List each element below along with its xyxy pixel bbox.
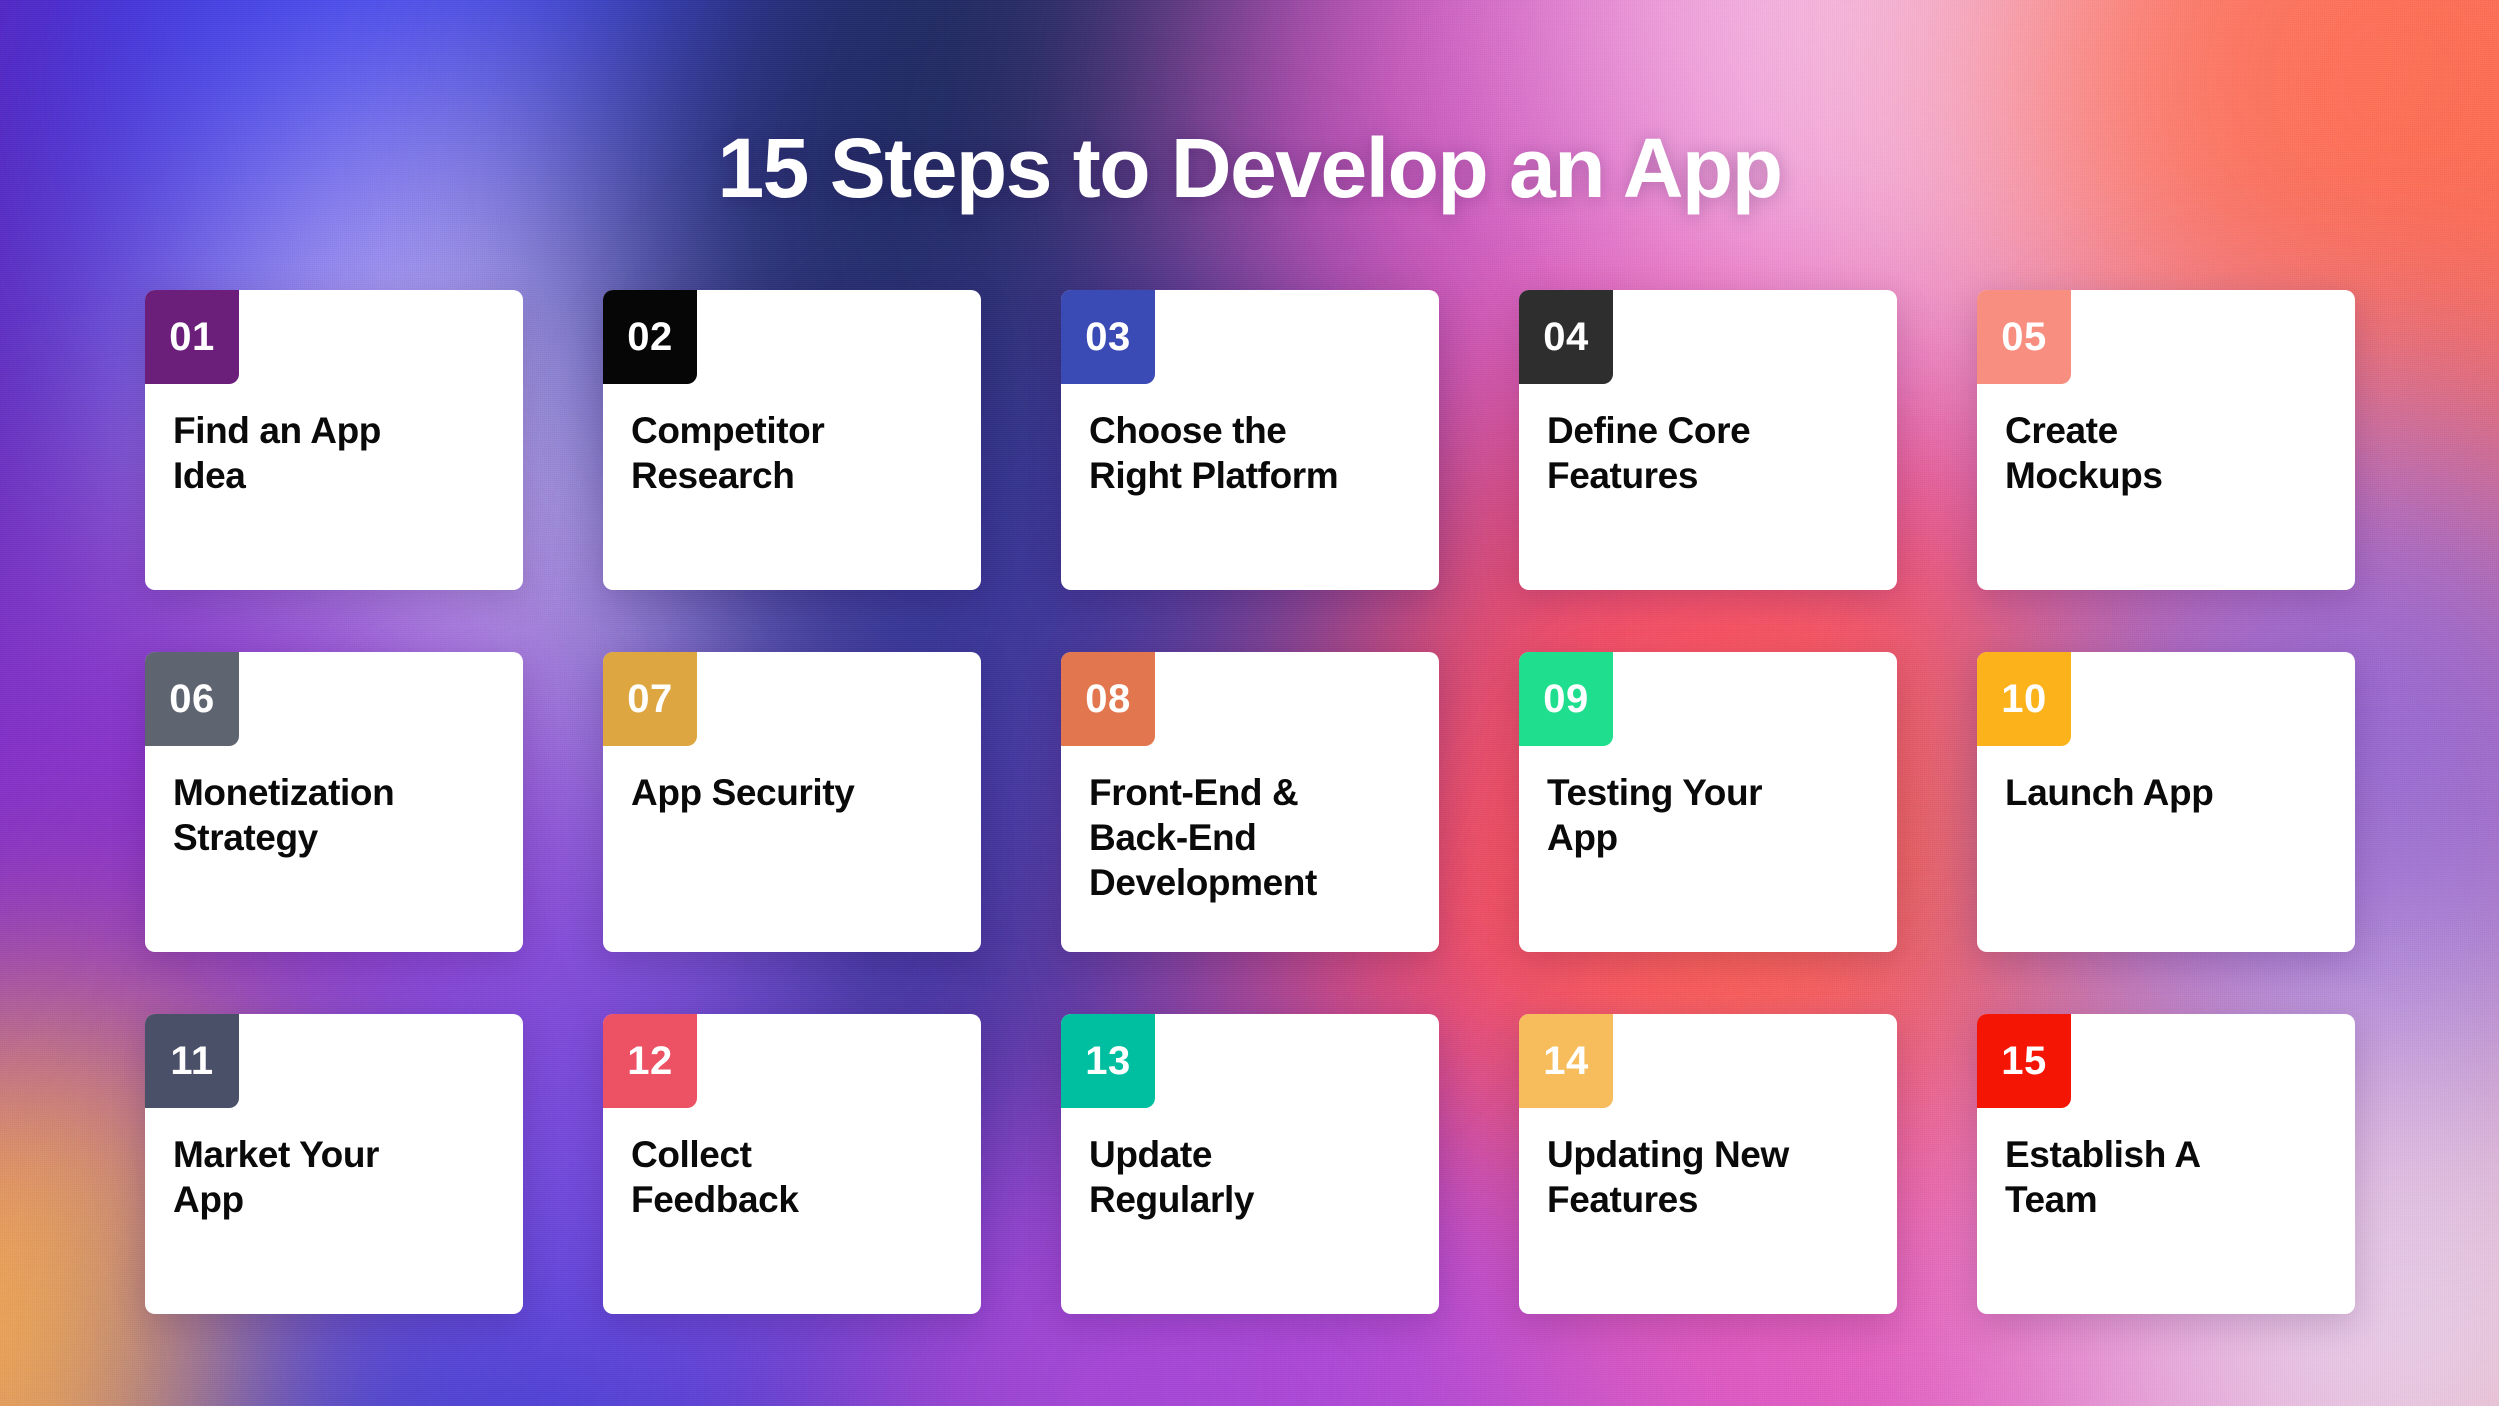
step-number-badge: 03 <box>1061 290 1155 384</box>
step-card-title: Create Mockups <box>2005 410 2163 497</box>
step-card-title: Establish A Team <box>2005 1134 2201 1221</box>
step-card-title: Testing Your App <box>1547 772 1763 859</box>
step-card-title: Market Your App <box>173 1134 380 1221</box>
step-card[interactable]: 03 Choose the Right Platform <box>1061 290 1439 590</box>
step-number-badge: 11 <box>145 1014 239 1108</box>
step-number-badge: 07 <box>603 652 697 746</box>
step-number-badge: 05 <box>1977 290 2071 384</box>
step-number-badge: 06 <box>145 652 239 746</box>
step-card[interactable]: 06 Monetization Strategy <box>145 652 523 952</box>
steps-grid: 01 Find an App Idea 02 Competitor Research 0… <box>145 290 2355 1314</box>
step-card[interactable]: 11 Market Your App <box>145 1014 523 1314</box>
step-card[interactable]: 07 App Security <box>603 652 981 952</box>
step-number-badge: 15 <box>1977 1014 2071 1108</box>
step-card[interactable]: 13 Update Regularly <box>1061 1014 1439 1314</box>
step-card-title: Monetization Strategy <box>173 772 395 859</box>
step-card[interactable]: 12 Collect Feedback <box>603 1014 981 1314</box>
step-number-badge: 14 <box>1519 1014 1613 1108</box>
step-card-title: Collect Feedback <box>631 1134 799 1221</box>
step-number-badge: 02 <box>603 290 697 384</box>
step-card[interactable]: 10 Launch App <box>1977 652 2355 952</box>
step-number-badge: 12 <box>603 1014 697 1108</box>
step-number-badge: 08 <box>1061 652 1155 746</box>
step-card-title: Find an App Idea <box>173 410 381 497</box>
step-card-title: Competitor Research <box>631 410 825 497</box>
step-number-badge: 09 <box>1519 652 1613 746</box>
step-card-title: Front-End & Back-End Development <box>1089 772 1317 904</box>
step-card[interactable]: 04 Define Core Features <box>1519 290 1897 590</box>
step-card-title: App Security <box>631 772 855 813</box>
step-number-badge: 01 <box>145 290 239 384</box>
step-card[interactable]: 05 Create Mockups <box>1977 290 2355 590</box>
step-card[interactable]: 14 Updating New Features <box>1519 1014 1897 1314</box>
step-number-badge: 04 <box>1519 290 1613 384</box>
step-card[interactable]: 02 Competitor Research <box>603 290 981 590</box>
content-layer: 15 Steps to Develop an App 01 Find an App… <box>0 0 2499 1406</box>
step-card-title: Define Core Features <box>1547 410 1751 497</box>
step-number-badge: 10 <box>1977 652 2071 746</box>
infographic-canvas: 15 Steps to Develop an App 01 Find an App… <box>0 0 2499 1406</box>
step-card-title: Launch App <box>2005 772 2214 813</box>
step-card[interactable]: 08 Front-End & Back-End Development <box>1061 652 1439 952</box>
step-card-title: Choose the Right Platform <box>1089 410 1339 497</box>
step-card-title: Update Regularly <box>1089 1134 1255 1221</box>
step-card[interactable]: 09 Testing Your App <box>1519 652 1897 952</box>
page-title: 15 Steps to Develop an App <box>717 121 1783 216</box>
step-card[interactable]: 01 Find an App Idea <box>145 290 523 590</box>
step-card-title: Updating New Features <box>1547 1134 1789 1221</box>
step-card[interactable]: 15 Establish A Team <box>1977 1014 2355 1314</box>
step-number-badge: 13 <box>1061 1014 1155 1108</box>
